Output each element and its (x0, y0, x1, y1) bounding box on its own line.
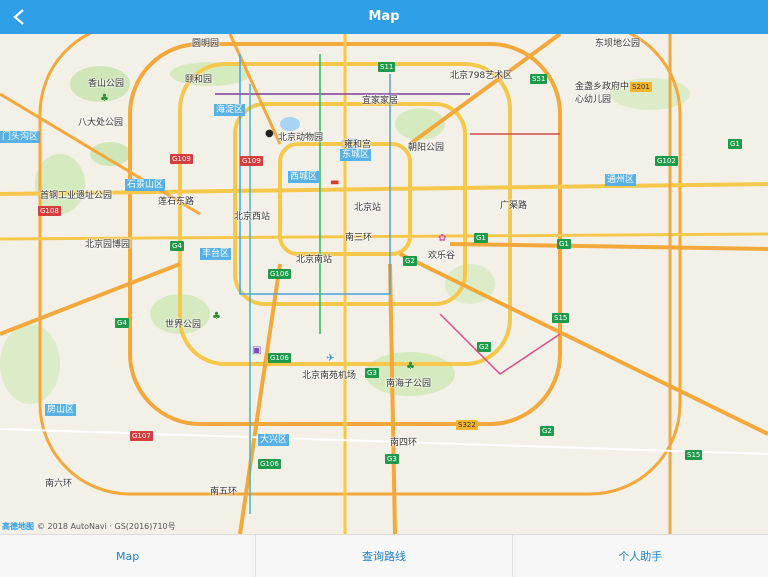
chevron-left-icon (13, 9, 24, 25)
district-label[interactable]: 房山区 (45, 404, 77, 416)
road-shield: S15 (685, 450, 703, 460)
amusement-park-icon[interactable]: ✿ (438, 234, 446, 244)
park-icon[interactable]: ♣ (212, 312, 221, 322)
place-label[interactable]: 颐和园 (185, 72, 212, 85)
place-label[interactable]: 东坝地公园 (595, 36, 640, 49)
top-app-bar: Map (0, 0, 768, 34)
district-label[interactable]: 门头沟区 (0, 131, 41, 143)
page-title: Map (368, 9, 400, 24)
place-label: 广渠路 (500, 201, 528, 211)
district-label[interactable]: 西城区 (288, 171, 320, 183)
road-shield: G107 (130, 431, 153, 441)
road-shield: G1 (557, 239, 571, 249)
road-shield: G2 (477, 342, 491, 352)
road-shield: G1 (474, 233, 488, 243)
copyright-text: © 2018 AutoNavi · GS(2016)710号 (37, 522, 176, 531)
road-shield: G109 (240, 156, 263, 166)
map-view[interactable]: 海淀区 东城区 西城区 丰台区 石景山区 门头沟区 通州区 大兴区 房山区 圆明… (0, 34, 768, 534)
place-label[interactable]: 雍和宫 (344, 137, 371, 150)
tab-personal-assistant[interactable]: 个人助手 (513, 535, 768, 577)
road-shield: G1 (728, 139, 742, 149)
tiananmen-icon[interactable]: ▬ (330, 178, 339, 188)
bottom-tab-bar: Map 查询路线 个人助手 (0, 534, 768, 577)
district-label[interactable]: 石景山区 (125, 179, 166, 191)
amap-logo: 高德地图 (2, 522, 34, 531)
place-label[interactable]: 世界公园 (165, 317, 201, 330)
road-shield: G106 (268, 269, 291, 279)
place-label: 莲石东路 (158, 197, 195, 207)
place-label[interactable]: 北京798艺术区 (450, 68, 512, 81)
tab-route-query[interactable]: 查询路线 (256, 535, 513, 577)
road-shield: G108 (38, 206, 61, 216)
road-shield: G106 (258, 459, 281, 469)
park-icon[interactable]: ♣ (406, 362, 415, 372)
road-shield: S51 (530, 74, 548, 84)
place-label[interactable]: 北京西站 (234, 209, 270, 222)
place-label[interactable]: 北京站 (354, 200, 381, 213)
place-label: 南四环 (390, 438, 418, 448)
road-shield: S11 (378, 62, 396, 72)
place-label[interactable]: 八大处公园 (78, 115, 123, 128)
place-label[interactable]: 香山公园 (88, 76, 124, 89)
park-icon[interactable]: ♣ (100, 94, 109, 104)
road-shield: G4 (170, 241, 184, 251)
place-label[interactable]: 首钢工业遗址公园 (40, 188, 112, 201)
map-copyright: 高德地图 © 2018 AutoNavi · GS(2016)710号 (2, 521, 176, 532)
place-label[interactable]: 朝阳公园 (408, 140, 444, 153)
district-label[interactable]: 大兴区 (258, 434, 290, 446)
road-shield: G106 (268, 353, 291, 363)
panda-icon[interactable]: ● (265, 129, 274, 139)
place-label[interactable]: 北京动物园 (278, 130, 323, 143)
district-label[interactable]: 东城区 (340, 149, 372, 161)
place-label[interactable]: 欢乐谷 (428, 248, 455, 261)
place-label[interactable]: 宜家家居 (362, 93, 398, 106)
road-shield: G3 (365, 368, 379, 378)
place-label: 南五环 (210, 487, 238, 497)
road-shield: G2 (540, 426, 554, 436)
road-shield: G2 (403, 256, 417, 266)
road-shield: G4 (115, 318, 129, 328)
district-label[interactable]: 丰台区 (200, 248, 232, 260)
district-label[interactable]: 海淀区 (214, 104, 246, 116)
road-shield: G3 (385, 454, 399, 464)
airport-icon[interactable]: ✈ (326, 354, 334, 364)
place-label[interactable]: 北京南苑机场 (302, 368, 356, 381)
road-shield: S322 (456, 420, 478, 430)
road-shield: S201 (630, 82, 652, 92)
place-label[interactable]: 圆明园 (192, 36, 219, 49)
place-label[interactable]: 北京南站 (296, 252, 332, 265)
place-label[interactable]: 金盏乡政府中心幼儿园 (575, 79, 635, 105)
place-label[interactable]: 南海子公园 (386, 376, 431, 389)
place-label: 南三环 (345, 233, 373, 243)
tab-map[interactable]: Map (0, 535, 257, 577)
place-label: 南六环 (45, 479, 73, 489)
back-button[interactable] (4, 0, 34, 34)
place-label[interactable]: 北京园博园 (85, 237, 130, 250)
road-shield: S15 (552, 313, 570, 323)
road-shield: G102 (655, 156, 678, 166)
district-label[interactable]: 通州区 (605, 174, 637, 186)
shopping-icon[interactable]: ▣ (252, 346, 261, 356)
road-shield: G109 (170, 154, 193, 164)
map-roads (0, 34, 768, 534)
